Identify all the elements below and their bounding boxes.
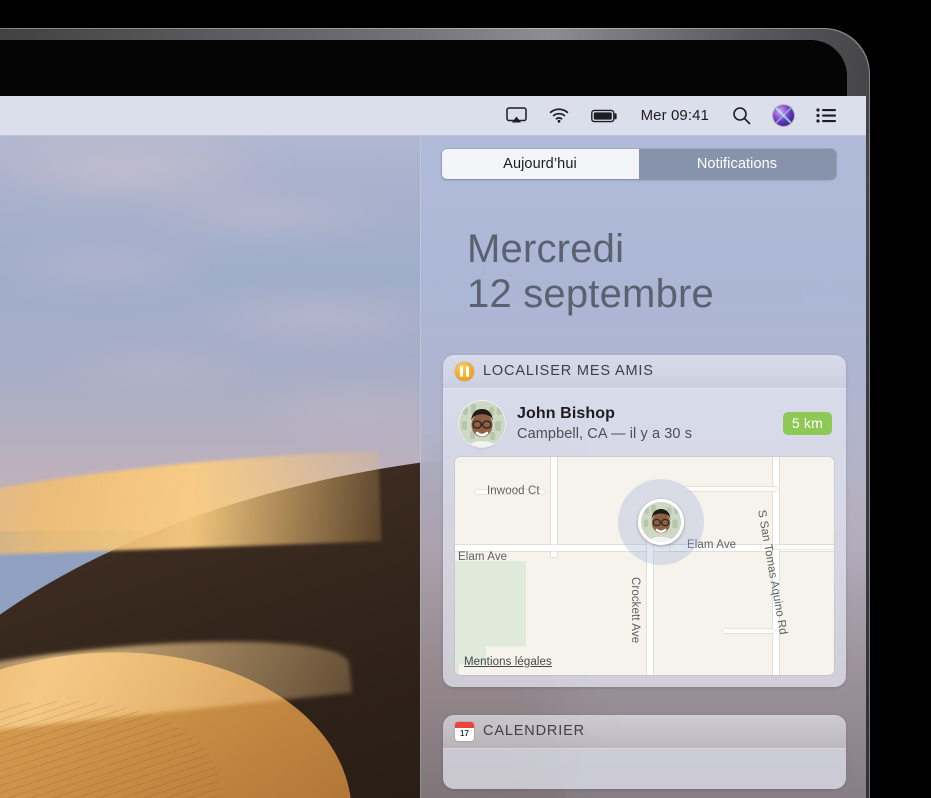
- siri-icon[interactable]: [762, 96, 805, 136]
- distance-badge: 5 km: [782, 412, 832, 436]
- map-label: Crockett Ave: [629, 576, 641, 643]
- map-road: [683, 486, 778, 491]
- wallpaper-cloud: [40, 351, 270, 391]
- widget-title: CALENDRIER: [483, 723, 585, 740]
- map-label: Elam Ave: [458, 550, 508, 563]
- macbook-device: Mer 09:41 Aujourd’hui Notifications Merc…: [0, 0, 931, 798]
- search-icon[interactable]: [721, 96, 762, 136]
- notification-center-panel: Aujourd’hui Notifications Mercredi 12 se…: [420, 136, 866, 798]
- map-road: [723, 628, 775, 633]
- map-road: [773, 544, 834, 549]
- battery-icon[interactable]: [580, 96, 629, 136]
- menu-bar-clock[interactable]: Mer 09:41: [629, 107, 721, 124]
- widget-body: John Bishop Campbell, CA — il y a 30 s 5…: [443, 388, 846, 687]
- map-label: Inwood Ct: [487, 484, 540, 497]
- widget-find-my-friends[interactable]: LOCALISER MES AMIS John Bishop Campbell,…: [443, 354, 846, 687]
- map-friend-avatar: [638, 498, 684, 545]
- calendar-icon: 17: [455, 721, 474, 741]
- friend-info: John Bishop Campbell, CA — il y a 30 s: [517, 405, 771, 442]
- wifi-icon[interactable]: [538, 96, 580, 136]
- notification-center-icon[interactable]: [805, 96, 848, 136]
- widget-header: 17 CALENDRIER: [443, 714, 846, 749]
- friend-name: John Bishop: [517, 405, 615, 423]
- map-legal-link[interactable]: Mentions légales: [464, 656, 552, 668]
- desktop-screen: Mer 09:41 Aujourd’hui Notifications Merc…: [0, 96, 866, 798]
- date-heading: Mercredi 12 septembre: [421, 179, 866, 317]
- wallpaper-cloud: [120, 191, 400, 239]
- widget-body: [443, 748, 846, 789]
- friend-location-time: Campbell, CA — il y a 30 s: [517, 426, 693, 443]
- tab-today[interactable]: Aujourd’hui: [441, 149, 639, 179]
- date-day-month: 12 septembre: [467, 271, 714, 316]
- map-road: [551, 456, 557, 557]
- widget-calendar[interactable]: 17 CALENDRIER: [443, 714, 846, 789]
- calendar-icon-day: 17: [460, 729, 469, 739]
- friend-map[interactable]: Inwood Ct Elam Ave Elam Ave Crockett Ave…: [455, 456, 834, 675]
- friend-row[interactable]: John Bishop Campbell, CA — il y a 30 s 5…: [455, 399, 834, 457]
- friend-avatar: [459, 400, 505, 447]
- notification-center-tabs: Aujourd’hui Notifications: [421, 136, 866, 179]
- find-my-friends-icon: [455, 361, 474, 381]
- menu-bar: Mer 09:41: [0, 96, 866, 136]
- tab-notifications[interactable]: Notifications: [638, 149, 836, 179]
- widget-title: LOCALISER MES AMIS: [483, 363, 654, 380]
- airplay-icon[interactable]: [495, 96, 538, 136]
- date-weekday: Mercredi: [467, 227, 625, 271]
- widget-header: LOCALISER MES AMIS: [443, 354, 846, 389]
